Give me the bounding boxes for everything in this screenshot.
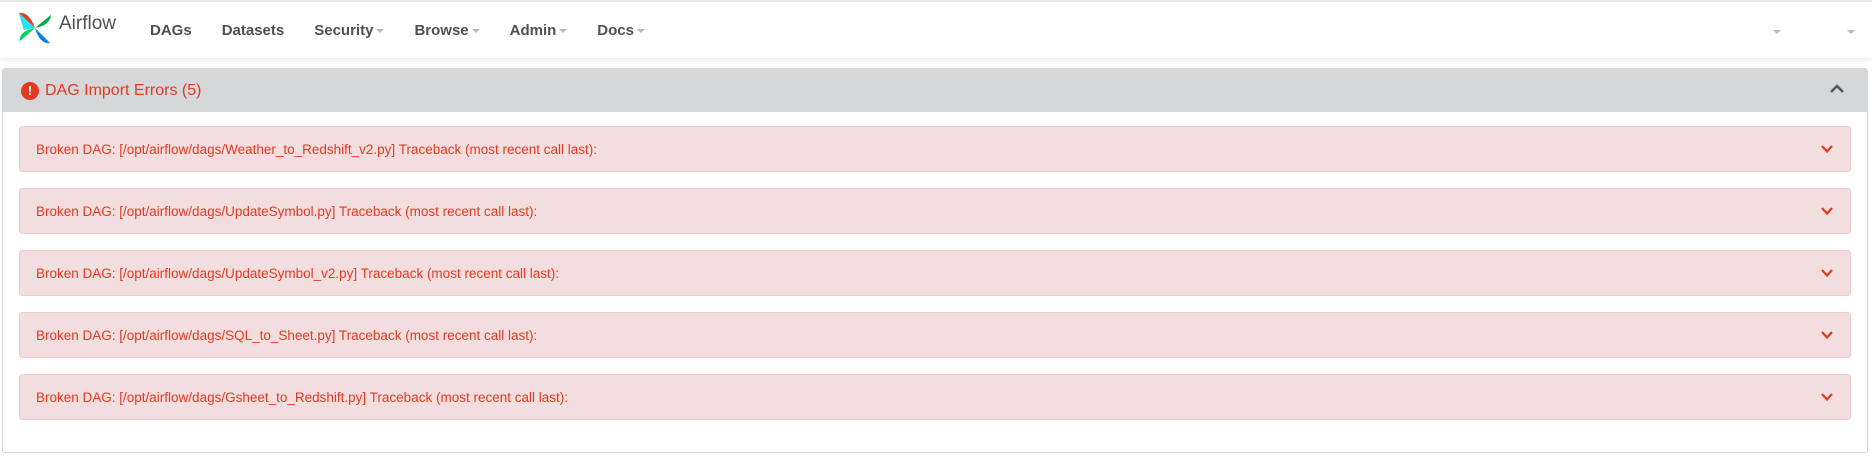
chevron-down-icon [1821,331,1833,340]
panel-title: DAG Import Errors (5) [45,81,202,99]
main-nav: DAGs Datasets Security Browse Admin Docs [150,2,675,58]
chevron-down-icon [1821,393,1833,402]
top-navbar: Airflow DAGs Datasets Security Browse Ad… [0,0,1872,58]
exclamation-circle-icon: ! [21,81,39,100]
caret-down-icon [559,29,568,33]
chevron-down-icon [1821,207,1833,216]
nav-browse[interactable]: Browse [414,22,480,39]
brand-link[interactable]: Airflow [16,8,116,52]
timezone-dropdown-caret-icon[interactable] [1773,30,1781,34]
nav-security[interactable]: Security [314,22,385,39]
error-message: Broken DAG: [/opt/airflow/dags/UpdateSym… [36,203,538,219]
caret-down-icon [636,29,645,33]
error-message: Broken DAG: [/opt/airflow/dags/UpdateSym… [36,265,559,281]
chevron-up-icon[interactable] [1829,81,1845,97]
chevron-down-icon [1821,145,1833,154]
brand-name: Airflow [59,13,117,34]
error-message: Broken DAG: [/opt/airflow/dags/Gsheet_to… [36,389,568,405]
caret-down-icon [471,29,480,33]
nav-docs[interactable]: Docs [597,22,645,39]
error-message: Broken DAG: [/opt/airflow/dags/Weather_t… [36,141,598,157]
import-errors-panel: ! DAG Import Errors (5) Broken DAG: [/op… [2,68,1868,453]
error-item[interactable]: Broken DAG: [/opt/airflow/dags/UpdateSym… [19,188,1851,234]
nav-admin[interactable]: Admin [510,22,568,39]
nav-dags[interactable]: DAGs [150,22,192,39]
caret-down-icon [376,29,385,33]
error-item[interactable]: Broken DAG: [/opt/airflow/dags/Weather_t… [19,126,1851,172]
chevron-down-icon [1821,269,1833,278]
error-list: Broken DAG: [/opt/airflow/dags/Weather_t… [3,112,1867,420]
panel-heading[interactable]: ! DAG Import Errors (5) [3,69,1867,112]
error-item[interactable]: Broken DAG: [/opt/airflow/dags/SQL_to_Sh… [19,312,1851,358]
error-item[interactable]: Broken DAG: [/opt/airflow/dags/UpdateSym… [19,250,1851,296]
error-item[interactable]: Broken DAG: [/opt/airflow/dags/Gsheet_to… [19,374,1851,420]
error-message: Broken DAG: [/opt/airflow/dags/SQL_to_Sh… [36,327,538,343]
user-dropdown-caret-icon[interactable] [1847,30,1855,34]
nav-datasets[interactable]: Datasets [222,22,285,39]
airflow-pinwheel-icon [16,9,54,52]
